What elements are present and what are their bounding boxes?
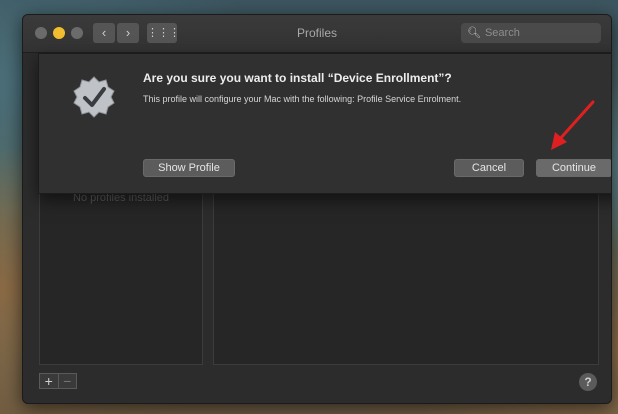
annotation-arrow-icon	[551, 100, 595, 150]
search-placeholder: Search	[484, 27, 520, 39]
dialog-title: Are you sure you want to install “Device…	[143, 71, 452, 85]
remove-profile-button[interactable]: −	[57, 374, 76, 388]
search-field[interactable]: 🔍︎ Search	[461, 23, 601, 43]
cancel-button[interactable]: Cancel	[454, 159, 524, 177]
continue-button[interactable]: Continue	[536, 159, 611, 177]
search-icon: 🔍︎	[467, 27, 481, 39]
verified-badge-icon	[73, 76, 115, 118]
install-profile-dialog: Are you sure you want to install “Device…	[38, 53, 611, 194]
title-bar: ‹ › ⋮⋮⋮ Profiles 🔍︎ Search	[23, 15, 611, 53]
dialog-message: This profile will configure your Mac wit…	[143, 94, 462, 104]
add-profile-button[interactable]: +	[40, 374, 58, 388]
show-profile-button[interactable]: Show Profile	[143, 159, 235, 177]
profiles-window: ‹ › ⋮⋮⋮ Profiles 🔍︎ Search No profiles in…	[22, 14, 612, 404]
add-remove-control: + −	[39, 373, 77, 389]
help-button[interactable]: ?	[579, 373, 597, 391]
